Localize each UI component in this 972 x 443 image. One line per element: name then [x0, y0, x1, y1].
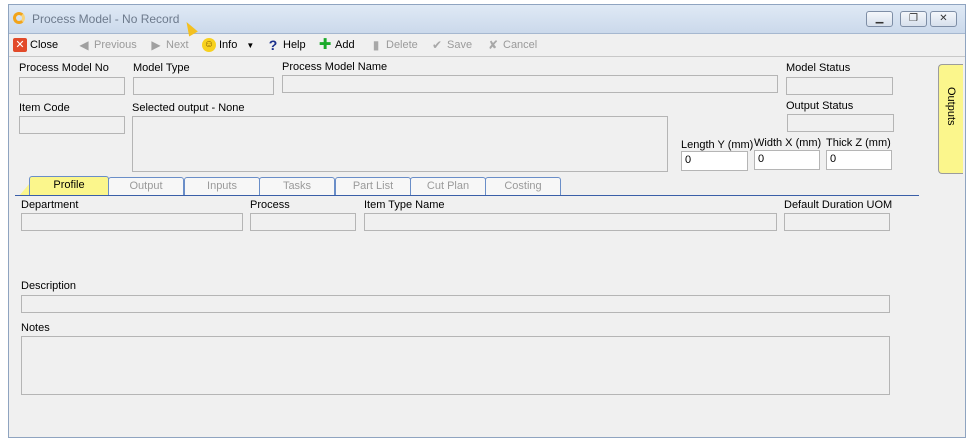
- save-label: Save: [447, 39, 473, 51]
- next-label: Next: [166, 39, 189, 51]
- description-field[interactable]: [21, 295, 890, 313]
- next-button[interactable]: ▶ Next: [149, 37, 189, 53]
- width-label: Width X (mm): [754, 137, 822, 149]
- process-label: Process: [250, 199, 290, 211]
- tab-part-list[interactable]: Part List: [335, 177, 411, 195]
- thick-label: Thick Z (mm): [826, 137, 891, 149]
- tab-costing[interactable]: Costing: [485, 177, 561, 195]
- item-type-name-field[interactable]: [364, 213, 777, 231]
- process-field[interactable]: [250, 213, 356, 231]
- department-field[interactable]: [21, 213, 243, 231]
- info-button[interactable]: ☺ Info ▼: [202, 37, 254, 53]
- description-label: Description: [21, 280, 77, 292]
- cancel-label: Cancel: [503, 39, 538, 51]
- delete-button[interactable]: ▮ Delete: [369, 37, 418, 53]
- info-label: Info: [219, 39, 238, 51]
- item-code-field[interactable]: [19, 116, 125, 134]
- checkmark-icon: ✔: [431, 38, 443, 52]
- tab-tasks[interactable]: Tasks: [259, 177, 335, 195]
- toolbar: ✕ Close ◀ Previous ▶ Next ☺ Info ▼ ? Hel…: [9, 34, 965, 57]
- thick-field[interactable]: 0: [826, 150, 892, 170]
- delete-label: Delete: [386, 39, 418, 51]
- tab-output[interactable]: Output: [108, 177, 184, 195]
- cancel-button[interactable]: ✘ Cancel: [486, 37, 537, 53]
- close-button[interactable]: ✕ Close: [13, 37, 58, 53]
- department-label: Department: [21, 199, 79, 211]
- length-field[interactable]: 0: [681, 151, 748, 171]
- model-type-label: Model Type: [133, 62, 190, 74]
- model-status-label: Model Status: [786, 62, 851, 74]
- output-status-label: Output Status: [786, 100, 854, 112]
- process-model-name-label: Process Model Name: [282, 61, 388, 73]
- model-status-field[interactable]: [786, 77, 893, 95]
- plus-icon: ✚: [318, 36, 332, 53]
- arrow-left-icon: ◀: [79, 38, 89, 52]
- process-model-window: Process Model - No Record ▁ ❐ ✕ ✕ Close …: [8, 4, 966, 438]
- arrow-right-icon: ▶: [151, 38, 161, 52]
- default-duration-uom-field[interactable]: [784, 213, 890, 231]
- close-label: Close: [30, 39, 59, 51]
- outputs-side-tab[interactable]: Outputs: [938, 64, 963, 174]
- add-button[interactable]: ✚ Add: [318, 37, 355, 53]
- notes-field[interactable]: [21, 336, 890, 395]
- outputs-side-tab-label: Outputs: [945, 87, 957, 126]
- title-bar: Process Model - No Record ▁ ❐ ✕: [9, 5, 965, 34]
- tab-strip: Profile Output Inputs Tasks Part List Cu…: [15, 176, 919, 197]
- default-duration-uom-label: Default Duration UOM: [784, 199, 893, 211]
- tab-cut-plan[interactable]: Cut Plan: [410, 177, 486, 195]
- maximize-button[interactable]: ❐: [900, 11, 927, 27]
- question-mark-icon: ?: [268, 37, 278, 53]
- length-label: Length Y (mm): [681, 139, 754, 151]
- save-button[interactable]: ✔ Save: [430, 37, 472, 53]
- app-icon: [13, 12, 25, 24]
- cross-icon: ✘: [487, 38, 499, 52]
- tab-inputs[interactable]: Inputs: [184, 177, 260, 195]
- item-code-label: Item Code: [19, 102, 70, 114]
- info-dropdown-icon[interactable]: ▼: [246, 41, 254, 50]
- tab-divider-line: [15, 195, 919, 196]
- width-field[interactable]: 0: [754, 150, 820, 170]
- previous-button[interactable]: ◀ Previous: [77, 37, 137, 53]
- previous-label: Previous: [94, 39, 137, 51]
- model-type-field[interactable]: [133, 77, 274, 95]
- selected-output-box: [132, 116, 668, 172]
- close-icon: ✕: [13, 38, 27, 52]
- selected-output-label: Selected output - None: [132, 102, 245, 114]
- add-label: Add: [335, 39, 355, 51]
- minimize-button[interactable]: ▁: [866, 11, 893, 27]
- item-type-name-label: Item Type Name: [364, 199, 445, 211]
- smiley-icon: ☺: [202, 38, 216, 52]
- close-window-button[interactable]: ✕: [930, 11, 957, 27]
- process-model-no-label: Process Model No: [19, 62, 109, 74]
- trash-icon: ▮: [372, 38, 380, 52]
- process-model-name-field[interactable]: [282, 75, 778, 93]
- output-status-field[interactable]: [787, 114, 894, 132]
- help-label: Help: [283, 39, 306, 51]
- notes-label: Notes: [21, 322, 50, 334]
- process-model-no-field[interactable]: [19, 77, 125, 95]
- tab-profile[interactable]: Profile: [29, 176, 109, 196]
- window-title: Process Model - No Record: [32, 12, 180, 26]
- help-button[interactable]: ? Help: [266, 37, 306, 53]
